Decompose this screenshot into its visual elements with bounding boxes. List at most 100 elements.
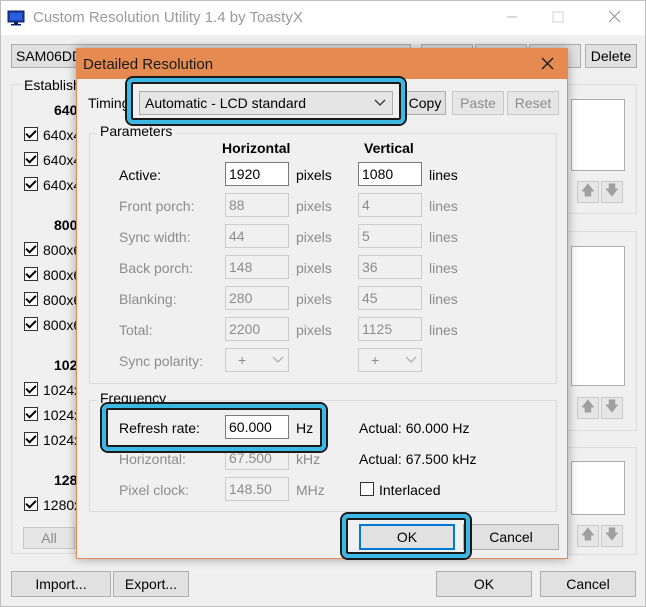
- checkbox[interactable]: [24, 407, 38, 421]
- interlaced-label: Interlaced: [379, 482, 441, 498]
- close-icon: [541, 57, 554, 70]
- blanking-vertical-unit: lines: [429, 291, 458, 307]
- sync-polarity-horizontal-value: +: [238, 352, 247, 368]
- delete-button[interactable]: Delete: [585, 44, 637, 68]
- blanking-label: Blanking:: [119, 291, 177, 307]
- arrow-down-icon: 🡇: [604, 182, 620, 198]
- dialog-title: Detailed Resolution: [83, 56, 214, 73]
- close-icon: [608, 10, 621, 23]
- right-list-1[interactable]: [571, 99, 625, 171]
- timing-select[interactable]: Automatic - LCD standard: [139, 91, 393, 115]
- arrow-up-icon: 🡅: [580, 182, 596, 198]
- checkbox[interactable]: [24, 152, 38, 166]
- sync-polarity-vertical-value: +: [371, 352, 380, 368]
- sync-polarity-horizontal-select[interactable]: +: [225, 348, 289, 372]
- blanking-horizontal-input[interactable]: 280: [225, 286, 289, 310]
- minimize-button[interactable]: [489, 1, 535, 33]
- all-button[interactable]: All: [23, 527, 75, 549]
- chevron-down-icon: [272, 352, 284, 369]
- horizontal-header: Horizontal: [222, 140, 291, 156]
- front-porch-vertical-unit: lines: [429, 198, 458, 214]
- sync-width-horizontal-unit: pixels: [296, 229, 332, 245]
- back-porch-horizontal-input[interactable]: 148: [225, 255, 289, 279]
- paste-button[interactable]: Paste: [452, 91, 504, 115]
- timing-select-value: Automatic - LCD standard: [145, 95, 307, 111]
- horizontal-frequency-input[interactable]: 67.500: [225, 446, 289, 470]
- move-down-button[interactable]: 🡇: [601, 525, 623, 547]
- sync-width-label: Sync width:: [119, 229, 191, 245]
- pixel-clock-unit: MHz: [296, 482, 325, 498]
- pixel-clock-label: Pixel clock:: [119, 482, 190, 498]
- sync-polarity-vertical-select[interactable]: +: [358, 348, 422, 372]
- back-porch-vertical-input[interactable]: 36: [358, 255, 422, 279]
- total-label: Total:: [119, 322, 153, 338]
- chevron-down-icon: [405, 352, 417, 369]
- checkbox[interactable]: [24, 177, 38, 191]
- active-vertical-input[interactable]: 1080: [358, 162, 422, 186]
- dialog-cancel-button-label: Cancel: [489, 529, 533, 545]
- interlaced-checkbox[interactable]: [360, 482, 374, 496]
- main-ok-button-label: OK: [473, 576, 495, 592]
- main-cancel-button[interactable]: Cancel: [540, 571, 636, 597]
- move-down-button[interactable]: 🡇: [601, 181, 623, 203]
- monitor-select-value: SAM06DD: [16, 48, 83, 64]
- active-horizontal-input[interactable]: 1920: [225, 162, 289, 186]
- detailed-resolution-dialog: Detailed Resolution Timing Automatic - L…: [76, 48, 568, 559]
- move-up-button[interactable]: 🡅: [577, 397, 599, 419]
- dialog-ok-button-label: OK: [396, 529, 418, 545]
- arrow-up-icon: 🡅: [580, 526, 596, 542]
- move-down-button[interactable]: 🡇: [601, 397, 623, 419]
- reset-button[interactable]: Reset: [507, 91, 559, 115]
- close-button[interactable]: [591, 1, 637, 33]
- dialog-close-button[interactable]: [527, 49, 567, 79]
- maximize-button[interactable]: [535, 1, 581, 33]
- blanking-vertical-input[interactable]: 45: [358, 286, 422, 310]
- right-list-3[interactable]: [571, 461, 625, 515]
- active-vertical-unit: lines: [429, 167, 458, 183]
- frequency-title: Frequency: [97, 390, 170, 406]
- main-ok-button[interactable]: OK: [436, 571, 532, 597]
- refresh-rate-input[interactable]: 60.000: [225, 415, 289, 439]
- arrow-down-icon: 🡇: [604, 398, 620, 414]
- checkbox[interactable]: [24, 242, 38, 256]
- total-vertical-input[interactable]: 1125: [358, 317, 422, 341]
- move-up-button[interactable]: 🡅: [577, 525, 599, 547]
- checkbox[interactable]: [24, 497, 38, 511]
- main-titlebar: Custom Resolution Utility 1.4 by ToastyX: [1, 1, 645, 35]
- total-horizontal-input[interactable]: 2200: [225, 317, 289, 341]
- checkbox[interactable]: [24, 432, 38, 446]
- main-window-title: Custom Resolution Utility 1.4 by ToastyX: [33, 9, 303, 26]
- dialog-cancel-button[interactable]: Cancel: [463, 524, 559, 550]
- checkbox[interactable]: [24, 127, 38, 141]
- horizontal-frequency-label: Horizontal:: [119, 451, 186, 467]
- move-up-button[interactable]: 🡅: [577, 181, 599, 203]
- delete-button-label: Delete: [590, 48, 632, 64]
- pixel-clock-input[interactable]: 148.50: [225, 477, 289, 501]
- import-button[interactable]: Import...: [11, 571, 111, 597]
- back-porch-horizontal-unit: pixels: [296, 260, 332, 276]
- checkbox[interactable]: [24, 317, 38, 331]
- checkbox[interactable]: [24, 292, 38, 306]
- active-horizontal-unit: pixels: [296, 167, 332, 183]
- paste-button-label: Paste: [460, 95, 496, 111]
- sync-width-vertical-input[interactable]: 5: [358, 224, 422, 248]
- sync-width-horizontal-input[interactable]: 44: [225, 224, 289, 248]
- vertical-header: Vertical: [364, 140, 414, 156]
- export-button[interactable]: Export...: [113, 571, 189, 597]
- arrow-up-icon: 🡅: [580, 398, 596, 414]
- blanking-horizontal-unit: pixels: [296, 291, 332, 307]
- active-label: Active:: [119, 167, 162, 183]
- refresh-rate-label: Refresh rate:: [119, 420, 200, 436]
- checkbox[interactable]: [24, 382, 38, 396]
- checkbox[interactable]: [24, 267, 38, 281]
- chevron-down-icon: [374, 95, 386, 112]
- group-640-title: 640: [54, 102, 78, 118]
- monitor-icon: [7, 10, 25, 26]
- actual-horizontal-frequency: Actual: 67.500 kHz: [359, 451, 477, 467]
- right-list-2[interactable]: [571, 246, 625, 386]
- actual-refresh-rate: Actual: 60.000 Hz: [359, 420, 470, 436]
- copy-button[interactable]: Copy: [404, 91, 446, 115]
- dialog-ok-button[interactable]: OK: [359, 524, 455, 550]
- front-porch-horizontal-input[interactable]: 88: [225, 193, 289, 217]
- front-porch-vertical-input[interactable]: 4: [358, 193, 422, 217]
